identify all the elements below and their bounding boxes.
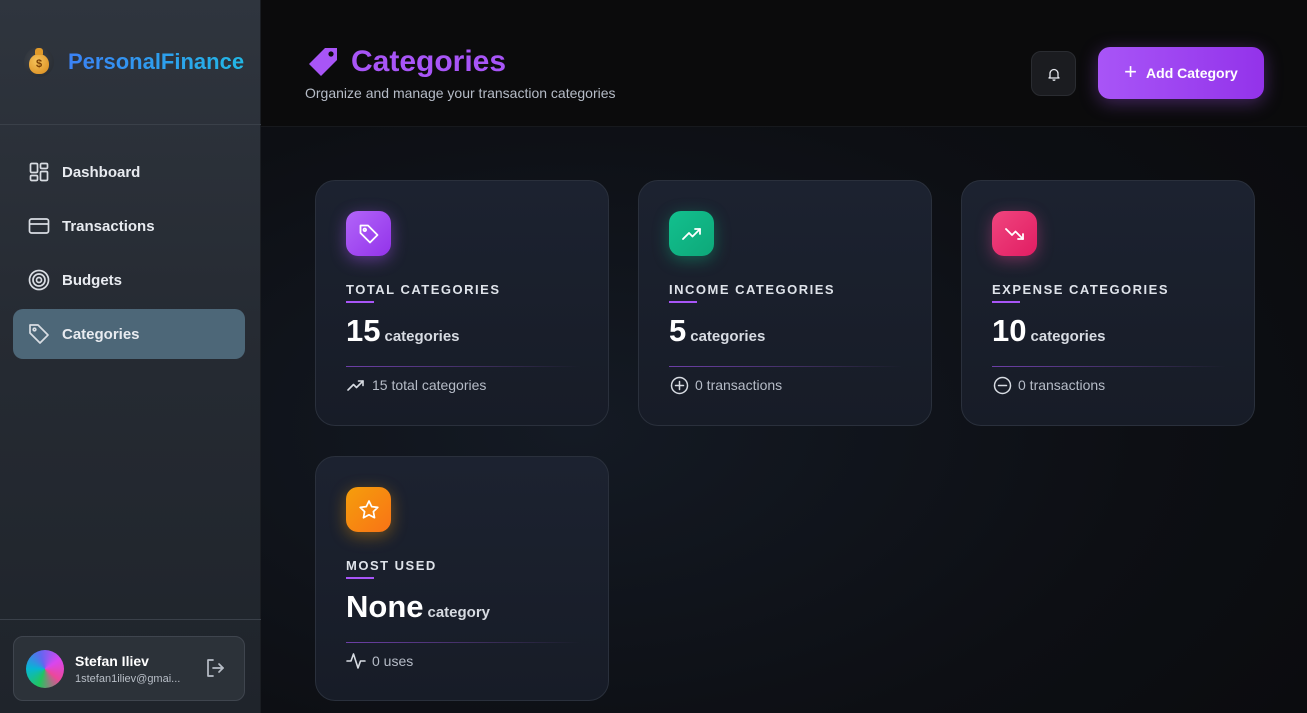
sidebar-item-label: Budgets — [62, 271, 122, 289]
card-unit: categories — [1030, 328, 1106, 345]
main-content: Categories Organize and manage your tran… — [261, 0, 1307, 713]
notifications-button[interactable] — [1031, 51, 1076, 96]
card-value: None category — [346, 589, 490, 625]
card-footer: 0 transactions — [992, 375, 1105, 395]
sidebar-item-transactions[interactable]: Transactions — [13, 201, 245, 251]
bell-icon — [1047, 68, 1060, 81]
card-label: INCOME CATEGORIES — [669, 282, 836, 297]
trending-down-icon — [992, 211, 1037, 256]
card-footer: 0 transactions — [669, 375, 782, 395]
card-number: 15 — [346, 313, 381, 348]
sidebar-item-dashboard[interactable]: Dashboard — [13, 147, 245, 197]
sidebar-item-label: Categories — [62, 325, 140, 343]
page-subtitle: Organize and manage your transaction cat… — [305, 85, 616, 101]
card-value: 15 categories — [346, 313, 460, 349]
sidebar-item-budgets[interactable]: Budgets — [13, 255, 245, 305]
card-unit: category — [427, 604, 491, 621]
card-divider — [992, 366, 1226, 367]
total-categories-card: TOTAL CATEGORIES 15 categories 15 total … — [315, 180, 609, 426]
page-title: Categories — [351, 45, 507, 78]
sidebar-item-label: Transactions — [62, 217, 155, 235]
card-label: TOTAL CATEGORIES — [346, 282, 501, 297]
card-footer-text: 15 total categories — [372, 377, 487, 393]
most-used-card: MOST USED None category 0 uses — [315, 456, 609, 701]
tag-icon — [346, 211, 391, 256]
expense-categories-card: EXPENSE CATEGORIES 10 categories 0 trans… — [961, 180, 1255, 426]
brand[interactable]: $ PersonalFinance — [0, 0, 261, 125]
card-value: 10 categories — [992, 313, 1106, 349]
topbar: Categories Organize and manage your tran… — [261, 0, 1307, 127]
card-underline — [992, 301, 1020, 303]
card-divider — [346, 366, 580, 367]
card-unit: categories — [384, 328, 460, 345]
sidebar-item-categories[interactable]: Categories — [13, 309, 245, 359]
trending-up-icon — [346, 375, 366, 395]
card-footer: 0 uses — [346, 651, 413, 671]
card-unit: categories — [690, 328, 766, 345]
card-underline — [346, 577, 374, 579]
user-email: 1stefan1iliev@gmai... — [75, 672, 181, 685]
logout-icon[interactable] — [204, 657, 226, 679]
plus-icon: + — [1124, 59, 1138, 84]
card-number: None — [346, 589, 424, 624]
add-category-label: Add Category — [1146, 65, 1238, 81]
money-bag-icon: $ — [24, 47, 54, 77]
page-title-wrap: Categories — [305, 44, 506, 80]
target-icon — [28, 269, 50, 291]
card-divider — [346, 642, 580, 643]
star-icon — [346, 487, 391, 532]
card-label: MOST USED — [346, 558, 437, 573]
minus-circle-icon — [992, 375, 1012, 395]
card-underline — [669, 301, 697, 303]
sidebar-item-label: Dashboard — [62, 163, 141, 181]
card-label: EXPENSE CATEGORIES — [992, 282, 1170, 297]
user-name: Stefan Iliev — [75, 652, 149, 669]
card-value: 5 categories — [669, 313, 765, 349]
add-category-button[interactable]: + Add Category — [1098, 47, 1264, 99]
card-footer: 15 total categories — [346, 375, 486, 395]
tag-icon — [309, 48, 337, 76]
sidebar: $ PersonalFinance Dashboard Transactions… — [0, 0, 261, 713]
card-footer-text: 0 transactions — [695, 377, 783, 393]
user-card[interactable]: Stefan Iliev 1stefan1iliev@gmai... — [13, 636, 245, 701]
card-footer-text: 0 transactions — [1018, 377, 1106, 393]
dashboard-icon — [28, 161, 50, 183]
sidebar-footer: Stefan Iliev 1stefan1iliev@gmai... — [0, 619, 261, 713]
user-info: Stefan Iliev 1stefan1iliev@gmai... — [75, 653, 195, 685]
card-divider — [669, 366, 903, 367]
brand-name: PersonalFinance — [68, 49, 245, 74]
card-number: 5 — [669, 313, 687, 348]
avatar — [26, 649, 64, 688]
card-icon — [28, 215, 50, 237]
tag-icon — [28, 323, 50, 345]
trending-up-icon — [669, 211, 714, 256]
card-footer-text: 0 uses — [372, 653, 414, 669]
card-underline — [346, 301, 374, 303]
plus-circle-icon — [669, 375, 689, 395]
sidebar-nav: Dashboard Transactions Budgets Categorie… — [13, 147, 245, 363]
income-categories-card: INCOME CATEGORIES 5 categories 0 transac… — [638, 180, 932, 426]
app: $ PersonalFinance Dashboard Transactions… — [0, 0, 1307, 713]
activity-icon — [346, 651, 366, 671]
card-number: 10 — [992, 313, 1027, 348]
